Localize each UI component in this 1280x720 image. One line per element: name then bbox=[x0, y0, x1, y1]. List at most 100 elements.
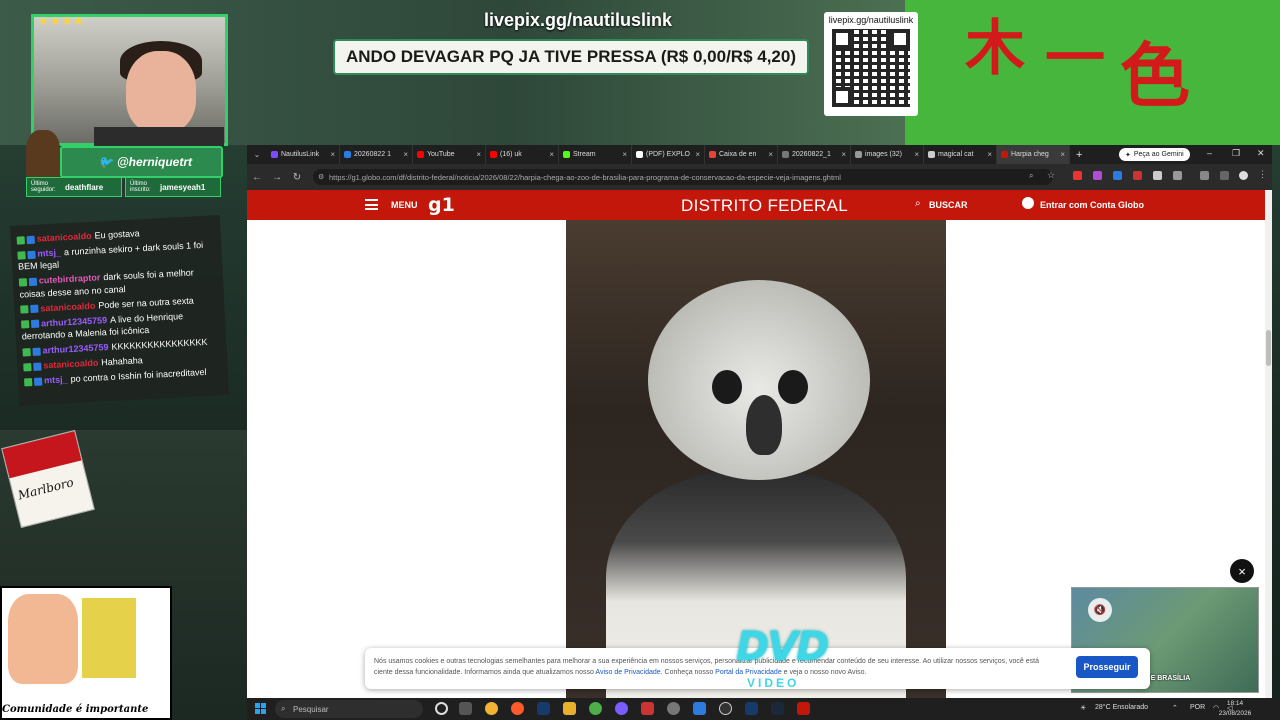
page-scrollbar[interactable] bbox=[1265, 190, 1272, 698]
tab-favicon-icon bbox=[709, 151, 716, 158]
chat-badge-icon bbox=[17, 250, 26, 260]
browser-tab[interactable]: 20260822 1 × bbox=[340, 145, 413, 164]
extension-icon[interactable] bbox=[1093, 171, 1102, 180]
chat-badge-icon bbox=[32, 347, 41, 356]
chat-text: Eu gostava bbox=[94, 228, 140, 241]
browser-tab[interactable]: images (32) × bbox=[851, 145, 924, 164]
clock[interactable]: 18:14 23/08/2026 bbox=[1205, 699, 1265, 719]
tab-favicon-icon bbox=[636, 151, 643, 158]
chat-badge-icon bbox=[23, 362, 32, 372]
forward-icon[interactable]: → bbox=[267, 172, 287, 183]
hamburger-menu-icon[interactable] bbox=[365, 199, 378, 210]
chat-badge-icon bbox=[33, 377, 43, 386]
chat-badge-icon bbox=[16, 235, 25, 245]
sidepanel-icon[interactable] bbox=[1220, 171, 1229, 180]
browser-tab[interactable]: magical cat × bbox=[924, 145, 997, 164]
folder-icon[interactable] bbox=[563, 702, 576, 715]
profile-avatar-icon[interactable] bbox=[1239, 171, 1248, 180]
extensions-puzzle-icon[interactable] bbox=[1173, 171, 1182, 180]
menu-button[interactable]: MENU bbox=[391, 200, 418, 210]
user-icon[interactable] bbox=[1022, 197, 1034, 209]
browser-tab[interactable]: Caixa de en × bbox=[705, 145, 778, 164]
tab-close-icon[interactable]: × bbox=[695, 150, 700, 159]
start-windows-icon[interactable] bbox=[255, 703, 266, 714]
steam-icon[interactable] bbox=[537, 702, 550, 715]
search-icon[interactable]: ⌕ bbox=[915, 198, 921, 209]
brave-icon[interactable] bbox=[511, 702, 524, 715]
browser-tab[interactable]: Stream × bbox=[559, 145, 632, 164]
task-view-icon[interactable] bbox=[435, 702, 448, 715]
lang-indicator[interactable]: POR bbox=[1190, 704, 1205, 711]
g1-logo[interactable]: g1 bbox=[428, 194, 455, 216]
browser-tab[interactable]: (16) uk × bbox=[486, 145, 559, 164]
search-button[interactable]: BUSCAR bbox=[929, 200, 968, 210]
site-info-icon[interactable]: ⚙ bbox=[318, 173, 324, 181]
tab-close-icon[interactable]: × bbox=[330, 150, 335, 159]
browser-tab[interactable]: YouTube × bbox=[413, 145, 486, 164]
chrome-icon[interactable] bbox=[485, 702, 498, 715]
tab-label: Harpia cheg bbox=[1011, 151, 1049, 158]
gemini-button[interactable]: ✦ Peça ao Gemini bbox=[1119, 148, 1190, 161]
window-close-icon[interactable]: ✕ bbox=[1257, 148, 1265, 159]
tab-close-icon[interactable]: × bbox=[841, 150, 846, 159]
browser-menu-icon[interactable]: ⋮ bbox=[1258, 169, 1267, 180]
chat-overlay: satanicoaldo Eu gostava mtsj_ a runzinha se… bbox=[10, 215, 230, 406]
weather-status[interactable]: 28°C Ensolarado bbox=[1095, 704, 1148, 711]
tray-expand-icon[interactable]: ⌃ bbox=[1172, 704, 1178, 712]
chat-badge-icon bbox=[33, 362, 42, 371]
app-icon[interactable] bbox=[641, 702, 654, 715]
section-title[interactable]: DISTRITO FEDERAL bbox=[681, 196, 848, 216]
url-field[interactable]: ⚙ https://g1.globo.com/df/distrito-feder… bbox=[313, 169, 1053, 185]
discord-icon[interactable] bbox=[615, 702, 628, 715]
tab-close-icon[interactable]: × bbox=[768, 150, 773, 159]
tab-close-icon[interactable]: × bbox=[914, 150, 919, 159]
chrome-icon[interactable] bbox=[589, 702, 602, 715]
browser-tab[interactable]: NautilusLink × bbox=[267, 145, 340, 164]
new-tab-button[interactable]: + bbox=[1070, 149, 1088, 161]
maximize-icon[interactable]: ❐ bbox=[1232, 148, 1240, 159]
minimize-icon[interactable]: – bbox=[1207, 148, 1212, 158]
tab-close-icon[interactable]: × bbox=[476, 150, 481, 159]
search-icon: ⌕ bbox=[281, 704, 286, 713]
tab-list-chevron-icon[interactable]: ⌄ bbox=[247, 150, 267, 159]
browser-tab[interactable]: 20260822_1 × bbox=[778, 145, 851, 164]
app-icon[interactable] bbox=[797, 702, 810, 715]
obs-icon[interactable] bbox=[667, 702, 680, 715]
widgets-icon[interactable] bbox=[459, 702, 472, 715]
extension-icon[interactable] bbox=[1073, 171, 1082, 180]
steam-icon[interactable] bbox=[771, 702, 784, 715]
tab-close-icon[interactable]: × bbox=[622, 150, 627, 159]
chat-badge-icon bbox=[30, 320, 40, 329]
tab-favicon-icon bbox=[1001, 151, 1008, 158]
tab-favicon-icon bbox=[271, 151, 278, 158]
tab-label: 20260822_1 bbox=[792, 151, 831, 158]
prosseguir-button[interactable]: Prosseguir bbox=[1076, 656, 1138, 678]
address-bar-row: ← → ↻ ⚙ https://g1.globo.com/df/distrito… bbox=[247, 164, 1272, 190]
windows-taskbar: ⌕ Pesquisar ☀ 28°C Ensolarado ⌃ POR ◠ ◁ … bbox=[247, 698, 1280, 720]
browser-tab[interactable]: Harpia cheg × bbox=[997, 145, 1070, 164]
login-link[interactable]: Entrar com Conta Globo bbox=[1040, 200, 1144, 210]
weather-icon[interactable]: ☀ bbox=[1080, 704, 1086, 712]
extension-icon[interactable] bbox=[1113, 171, 1122, 180]
tab-label: images (32) bbox=[865, 151, 902, 158]
tab-close-icon[interactable]: × bbox=[987, 150, 992, 159]
extension-icon[interactable] bbox=[1133, 171, 1142, 180]
steam-icon[interactable] bbox=[745, 702, 758, 715]
extension-icon[interactable] bbox=[1153, 171, 1162, 180]
taskbar-search[interactable]: ⌕ Pesquisar bbox=[275, 700, 423, 718]
app-icon[interactable] bbox=[719, 702, 732, 715]
tab-close-icon[interactable]: × bbox=[549, 150, 554, 159]
back-icon[interactable]: ← bbox=[247, 172, 267, 183]
muted-speaker-icon[interactable]: 🔇 bbox=[1088, 598, 1112, 622]
tab-close-icon[interactable]: × bbox=[403, 150, 408, 159]
tab-close-icon[interactable]: × bbox=[1060, 150, 1065, 159]
browser-tab[interactable]: (PDF) EXPLO × bbox=[632, 145, 705, 164]
reload-icon[interactable]: ↻ bbox=[287, 172, 307, 183]
close-video-button[interactable]: × bbox=[1230, 559, 1254, 583]
zoom-icon[interactable]: ⌕ bbox=[1029, 171, 1033, 181]
download-icon[interactable] bbox=[1200, 171, 1209, 180]
chat-badge-icon bbox=[22, 347, 31, 357]
bookmark-star-icon[interactable]: ☆ bbox=[1047, 170, 1055, 181]
privacy-notice-link[interactable]: Aviso de Privacidade bbox=[595, 669, 660, 676]
app-icon[interactable] bbox=[693, 702, 706, 715]
